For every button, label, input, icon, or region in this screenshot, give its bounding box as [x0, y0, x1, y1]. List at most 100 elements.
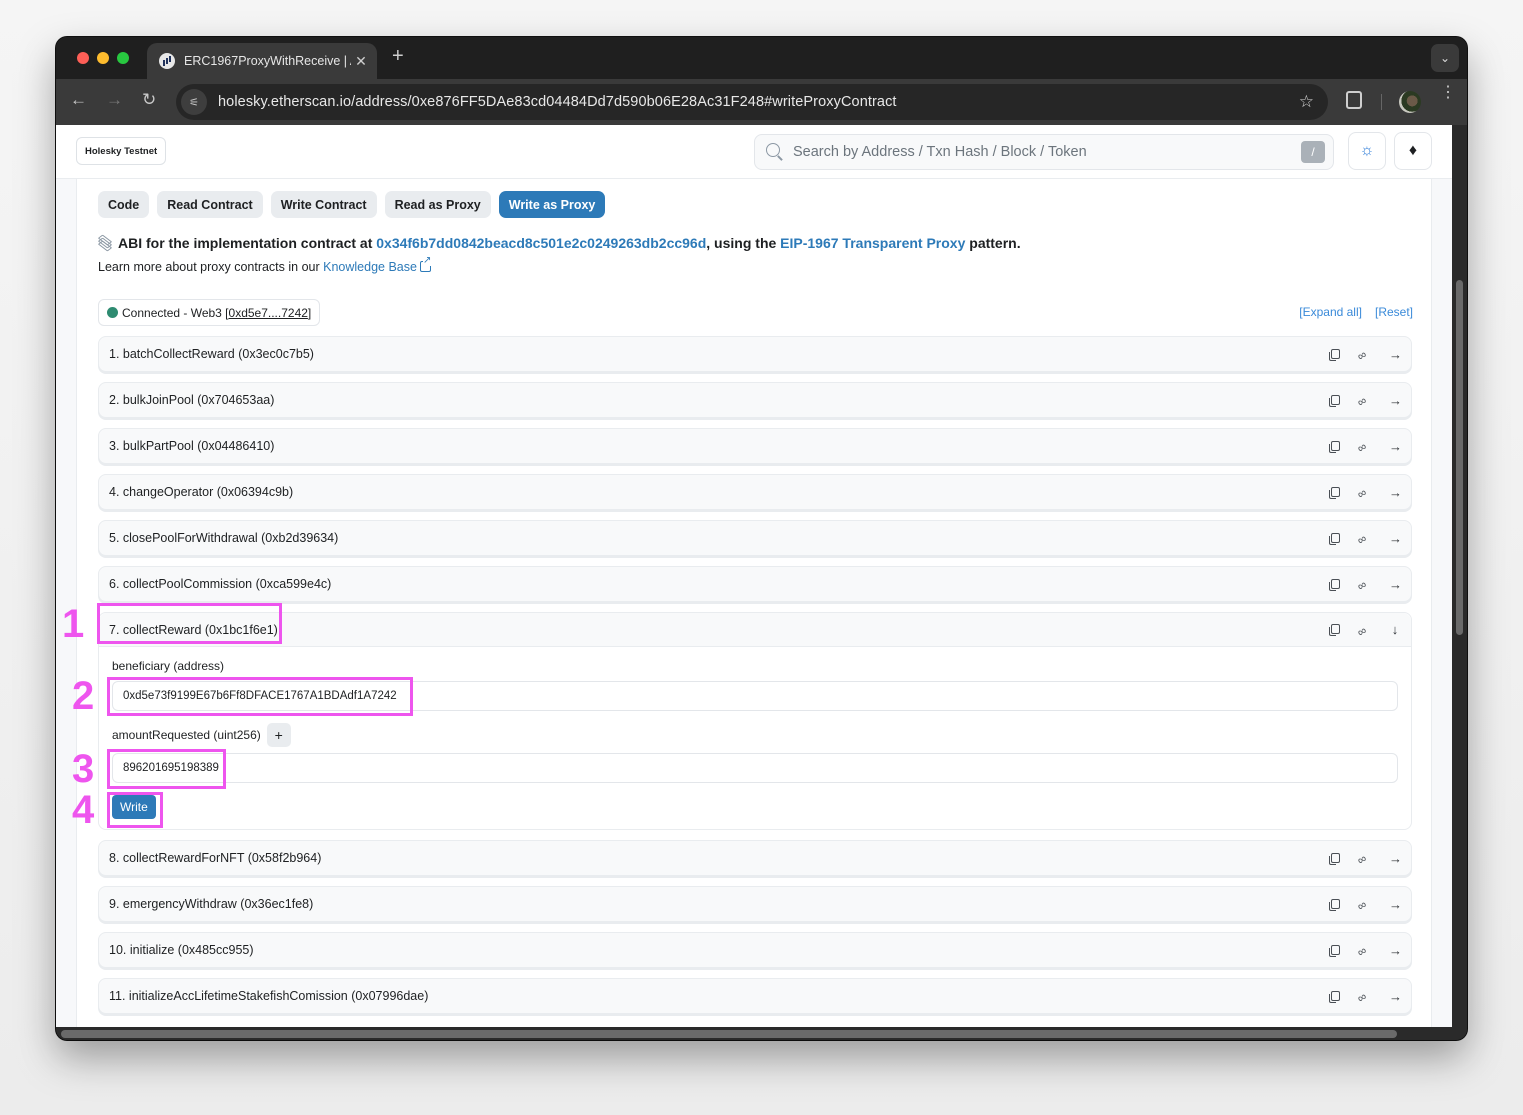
- browser-menu-icon[interactable]: ⋮: [1440, 85, 1456, 101]
- link-icon[interactable]: ∞: [1354, 436, 1373, 455]
- function-row[interactable]: 4. changeOperator (0x06394c9b) ∞ →: [98, 474, 1412, 510]
- reload-button[interactable]: ↻: [142, 90, 156, 110]
- function-title[interactable]: 9. emergencyWithdraw (0x36ec1fe8): [109, 897, 1329, 911]
- tab-search-button[interactable]: ⌄: [1431, 44, 1459, 72]
- proxy-pattern-link[interactable]: EIP-1967 Transparent Proxy: [780, 235, 965, 251]
- copy-icon[interactable]: [1329, 852, 1340, 865]
- url-text[interactable]: holesky.etherscan.io/address/0xe876FF5DA…: [218, 94, 1299, 110]
- tab-read-as-proxy[interactable]: Read as Proxy: [384, 191, 491, 218]
- function-title[interactable]: 2. bulkJoinPool (0x704653aa): [109, 393, 1329, 407]
- function-row[interactable]: 6. collectPoolCommission (0xca599e4c) ∞ →: [98, 566, 1412, 602]
- arrow-right-icon[interactable]: →: [1389, 851, 1402, 866]
- copy-icon[interactable]: [1329, 624, 1340, 636]
- function-row[interactable]: 5. closePoolForWithdrawal (0xb2d39634) ∞ →: [98, 520, 1412, 556]
- arrow-right-icon[interactable]: →: [1389, 989, 1402, 1004]
- copy-icon[interactable]: [1329, 440, 1340, 453]
- function-title[interactable]: 7. collectReward (0x1bc1f6e1): [109, 623, 1329, 637]
- arrow-right-icon[interactable]: →: [1389, 485, 1402, 500]
- arrow-right-icon[interactable]: →: [1389, 439, 1402, 454]
- arrow-right-icon[interactable]: →: [1389, 393, 1402, 408]
- ethereum-icon: ♦: [1408, 142, 1418, 159]
- link-icon[interactable]: ∞: [1354, 940, 1373, 959]
- link-icon[interactable]: ∞: [1354, 344, 1373, 363]
- theme-toggle-button[interactable]: ☼: [1348, 132, 1386, 170]
- add-decimals-button[interactable]: +: [266, 723, 291, 747]
- arrow-down-icon[interactable]: ↓: [1389, 622, 1401, 637]
- minimize-window-button[interactable]: [97, 52, 109, 64]
- tab-code[interactable]: Code: [98, 191, 150, 218]
- link-icon[interactable]: ∞: [1354, 574, 1373, 593]
- function-row[interactable]: 2. bulkJoinPool (0x704653aa) ∞ →: [98, 382, 1412, 418]
- function-title[interactable]: 1. batchCollectReward (0x3ec0c7b5): [109, 347, 1329, 361]
- link-icon[interactable]: ∞: [1354, 620, 1373, 639]
- arrow-right-icon[interactable]: →: [1389, 897, 1402, 912]
- search-box[interactable]: /: [754, 134, 1334, 170]
- forward-button[interactable]: →: [106, 90, 123, 110]
- function-title[interactable]: 11. initializeAccLifetimeStakefishComiss…: [109, 989, 1329, 1003]
- function-row[interactable]: 8. collectRewardForNFT (0x58f2b964) ∞ →: [98, 840, 1412, 876]
- function-title[interactable]: 8. collectRewardForNFT (0x58f2b964): [109, 851, 1329, 865]
- amount-input[interactable]: [112, 753, 1398, 783]
- function-title[interactable]: 10. initialize (0x485cc955): [109, 943, 1329, 957]
- vertical-scrollbar[interactable]: [1452, 125, 1467, 1027]
- copy-icon[interactable]: [1329, 898, 1340, 911]
- annotation-number-4: 4: [72, 788, 95, 832]
- arrow-right-icon[interactable]: →: [1389, 943, 1402, 958]
- implementation-address-link[interactable]: 0x34f6b7dd0842beacd8c501e2c0249263db2cc9…: [376, 235, 706, 251]
- arrow-right-icon[interactable]: →: [1389, 531, 1402, 546]
- profile-avatar[interactable]: [1399, 91, 1421, 113]
- knowledge-base-link[interactable]: Knowledge Base: [323, 260, 417, 274]
- browser-tab[interactable]: ERC1967ProxyWithReceive | Address ✕: [147, 43, 377, 79]
- wallet-connection-status[interactable]: Connected - Web3 [0xd5e7....7242]: [98, 299, 321, 326]
- link-icon[interactable]: ∞: [1354, 390, 1373, 409]
- address-bar[interactable]: ⚟ holesky.etherscan.io/address/0xe876FF5…: [176, 84, 1328, 120]
- tab-read-contract[interactable]: Read Contract: [157, 191, 263, 218]
- link-icon[interactable]: ∞: [1354, 528, 1373, 547]
- function-row[interactable]: 10. initialize (0x485cc955) ∞ →: [98, 932, 1412, 968]
- function-title[interactable]: 3. bulkPartPool (0x04486410): [109, 439, 1329, 453]
- reset-link[interactable]: [Reset]: [1375, 305, 1413, 319]
- search-input[interactable]: [793, 144, 1301, 160]
- function-row[interactable]: 11. initializeAccLifetimeStakefishComiss…: [98, 978, 1412, 1014]
- copy-icon[interactable]: [1329, 394, 1340, 407]
- function-header[interactable]: 7. collectReward (0x1bc1f6e1) ∞ ↓: [99, 613, 1411, 647]
- new-tab-button[interactable]: +: [392, 45, 404, 68]
- copy-icon[interactable]: [1329, 578, 1340, 591]
- tab-write-as-proxy[interactable]: Write as Proxy: [498, 191, 606, 218]
- network-switch-button[interactable]: ♦: [1394, 132, 1432, 170]
- copy-icon[interactable]: [1329, 944, 1340, 957]
- horizontal-scrollbar[interactable]: [56, 1027, 1467, 1040]
- bookmark-star-icon[interactable]: ☆: [1299, 92, 1314, 112]
- annotation-number-1: 1: [62, 602, 85, 646]
- function-title[interactable]: 4. changeOperator (0x06394c9b): [109, 485, 1329, 499]
- copy-icon[interactable]: [1329, 532, 1340, 545]
- learn-more: Learn more about proxy contracts in our …: [98, 256, 432, 274]
- arrow-right-icon[interactable]: →: [1389, 347, 1402, 362]
- link-icon[interactable]: ∞: [1354, 894, 1373, 913]
- site-info-icon[interactable]: ⚟: [181, 89, 207, 115]
- arrow-right-icon[interactable]: →: [1389, 577, 1402, 592]
- function-title[interactable]: 6. collectPoolCommission (0xca599e4c): [109, 577, 1329, 591]
- function-title[interactable]: 5. closePoolForWithdrawal (0xb2d39634): [109, 531, 1329, 545]
- function-row[interactable]: 1. batchCollectReward (0x3ec0c7b5) ∞ →: [98, 336, 1412, 372]
- copy-icon[interactable]: [1329, 990, 1340, 1003]
- extensions-icon[interactable]: [1346, 91, 1362, 109]
- vertical-scroll-thumb[interactable]: [1456, 280, 1463, 635]
- network-badge[interactable]: Holesky Testnet: [76, 137, 167, 165]
- close-window-button[interactable]: [77, 52, 89, 64]
- function-row[interactable]: 9. emergencyWithdraw (0x36ec1fe8) ∞ →: [98, 886, 1412, 922]
- function-row[interactable]: 3. bulkPartPool (0x04486410) ∞ →: [98, 428, 1412, 464]
- maximize-window-button[interactable]: [117, 52, 129, 64]
- connected-address[interactable]: 0xd5e7....7242: [229, 306, 308, 320]
- tab-close-icon[interactable]: ✕: [351, 53, 371, 70]
- link-icon[interactable]: ∞: [1354, 848, 1373, 867]
- link-icon[interactable]: ∞: [1354, 482, 1373, 501]
- copy-icon[interactable]: [1329, 486, 1340, 499]
- copy-icon[interactable]: [1329, 348, 1340, 361]
- horizontal-scroll-thumb[interactable]: [61, 1030, 1397, 1038]
- expand-all-link[interactable]: [Expand all]: [1299, 305, 1362, 319]
- back-button[interactable]: ←: [70, 90, 87, 110]
- connected-dot-icon: [107, 307, 118, 318]
- tab-write-contract[interactable]: Write Contract: [270, 191, 377, 218]
- link-icon[interactable]: ∞: [1354, 986, 1373, 1005]
